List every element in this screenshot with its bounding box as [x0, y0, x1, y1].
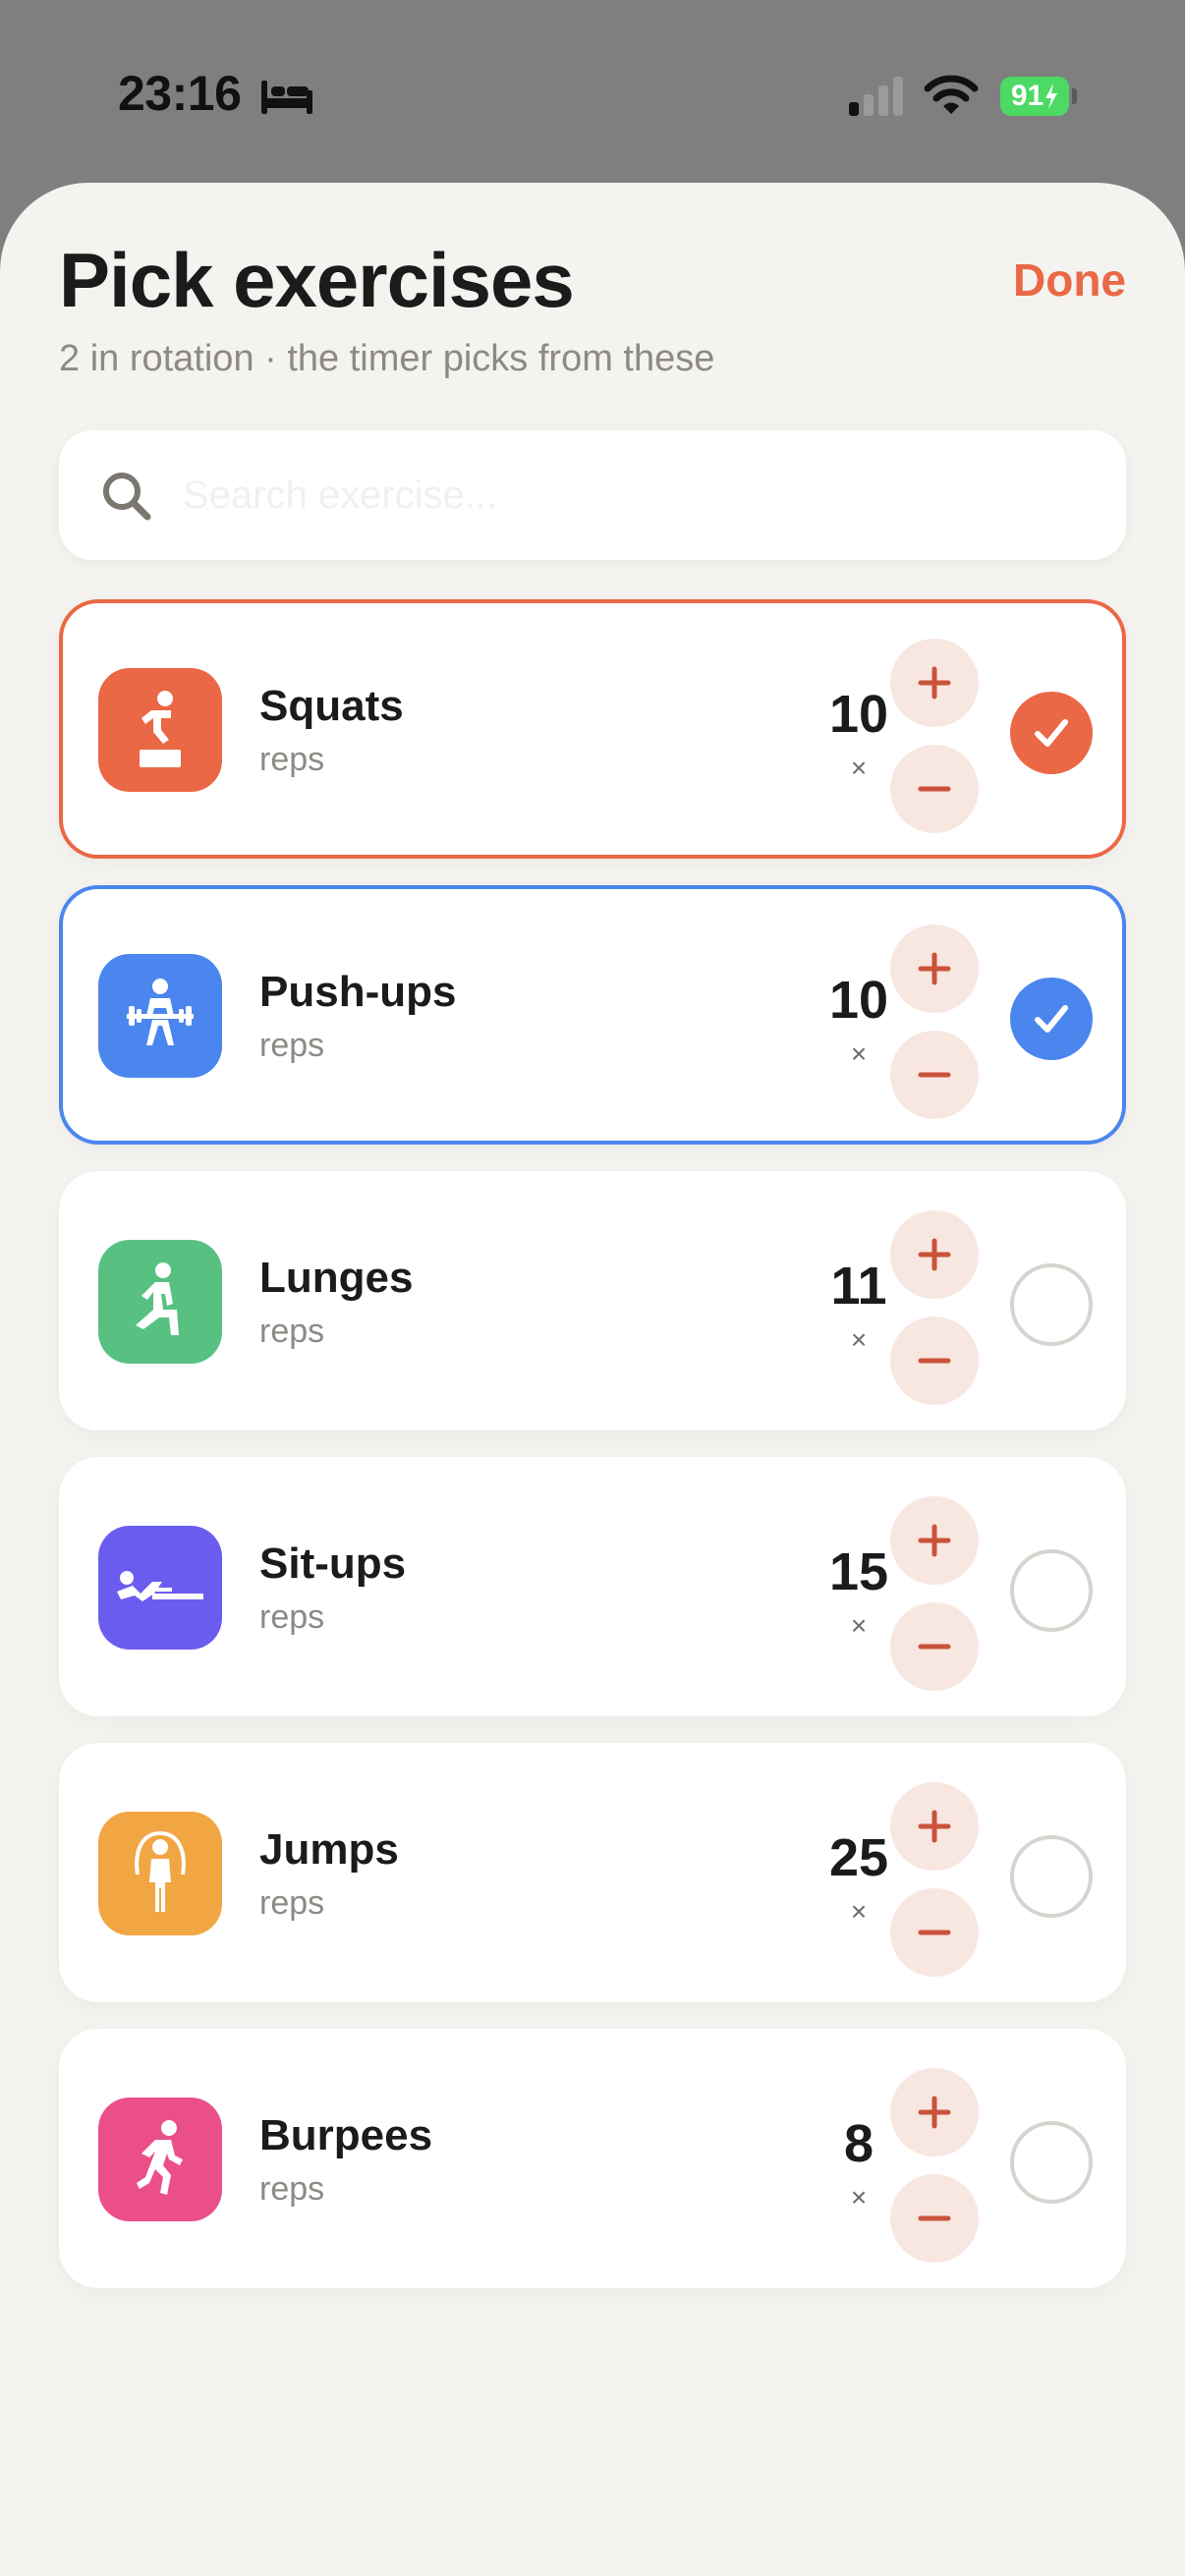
exercise-name: Squats [259, 682, 404, 730]
battery-indicator: 91 [1000, 77, 1069, 116]
minus-icon [918, 1644, 951, 1650]
sleep-bed-icon [261, 81, 312, 114]
exercise-card-jumps[interactable]: Jumps reps 25 × [59, 1743, 1126, 2002]
exercise-card-burpees[interactable]: Burpees reps 8 × [59, 2029, 1126, 2288]
exercise-card-sit-ups[interactable]: Sit-ups reps 15 × [59, 1457, 1126, 1716]
exercise-icon-tile [98, 2098, 222, 2221]
status-time: 23:16 [118, 66, 242, 121]
decrement-button[interactable] [890, 745, 979, 833]
status-bar: 23:16 91 [0, 0, 1185, 187]
plus-icon [918, 666, 951, 700]
exercise-list: Squats reps 10 × Push-ups reps 10 × Lung… [59, 599, 1126, 2315]
exercise-picker-sheet: Pick exercises Done 2 in rotation · the … [0, 183, 1185, 2576]
selection-checkbox[interactable] [1010, 1835, 1093, 1918]
plus-icon [918, 952, 951, 985]
selection-checkbox[interactable] [1010, 1263, 1093, 1346]
minus-icon [918, 1358, 951, 1364]
exercise-unit: reps [259, 1313, 325, 1350]
increment-button[interactable] [890, 639, 979, 727]
increment-button[interactable] [890, 1210, 979, 1299]
exercise-unit: reps [259, 1598, 325, 1636]
exercise-card-push-ups[interactable]: Push-ups reps 10 × [59, 885, 1126, 1145]
page-title: Pick exercises [59, 237, 575, 323]
lunge-icon [136, 1262, 179, 1335]
exercise-card-squats[interactable]: Squats reps 10 × [59, 599, 1126, 859]
charging-bolt-icon [1045, 84, 1058, 109]
done-button[interactable]: Done [1013, 253, 1126, 307]
selection-checkbox[interactable] [1010, 692, 1093, 774]
decrement-button[interactable] [890, 1316, 979, 1405]
decrement-button[interactable] [890, 1602, 979, 1691]
exercise-name: Push-ups [259, 968, 457, 1016]
exercise-unit: reps [259, 1884, 325, 1922]
checkmark-icon [1035, 719, 1068, 747]
plus-icon [918, 2096, 951, 2129]
exercise-unit: reps [259, 1027, 325, 1064]
exercise-icon-tile [98, 1526, 222, 1650]
exercise-icon-tile [98, 954, 222, 1078]
minus-icon [918, 786, 951, 792]
exercise-name: Burpees [259, 2111, 433, 2159]
jump-rope-icon [135, 1830, 186, 1912]
decrement-button[interactable] [890, 2174, 979, 2263]
selection-checkbox[interactable] [1010, 2121, 1093, 2204]
step-up-icon [140, 691, 181, 767]
exercise-name: Lunges [259, 1254, 414, 1302]
battery-level: 91 [1010, 80, 1044, 112]
exercise-name: Jumps [259, 1825, 399, 1874]
exercise-unit: reps [259, 2170, 325, 2208]
decrement-button[interactable] [890, 1031, 979, 1119]
increment-button[interactable] [890, 2068, 979, 2156]
increment-button[interactable] [890, 924, 979, 1013]
exercise-unit: reps [259, 741, 325, 778]
plus-icon [918, 1238, 951, 1271]
battery-nub [1072, 88, 1077, 104]
selection-checkbox[interactable] [1010, 1549, 1093, 1632]
minus-icon [918, 1930, 951, 1935]
search-icon [103, 473, 151, 521]
plus-icon [918, 1810, 951, 1843]
exercise-card-lunges[interactable]: Lunges reps 11 × [59, 1171, 1126, 1430]
exercise-icon-tile [98, 668, 222, 792]
checkmark-icon [1035, 1005, 1068, 1033]
situp-icon [117, 1571, 203, 1601]
rotation-subtitle: 2 in rotation · the timer picks from the… [59, 338, 715, 379]
minus-icon [918, 2215, 951, 2221]
plus-icon [918, 1524, 951, 1557]
minus-icon [918, 1072, 951, 1078]
exercise-icon-tile [98, 1240, 222, 1364]
decrement-button[interactable] [890, 1888, 979, 1977]
weightlifter-icon [127, 979, 194, 1045]
exercise-name: Sit-ups [259, 1540, 407, 1588]
runner-icon [137, 2120, 183, 2195]
wifi-icon [924, 75, 979, 114]
search-input[interactable] [183, 458, 1067, 532]
cellular-signal-icon [849, 77, 903, 116]
search-box[interactable] [59, 430, 1126, 560]
selection-checkbox[interactable] [1010, 978, 1093, 1060]
increment-button[interactable] [890, 1782, 979, 1871]
increment-button[interactable] [890, 1496, 979, 1585]
exercise-icon-tile [98, 1812, 222, 1935]
